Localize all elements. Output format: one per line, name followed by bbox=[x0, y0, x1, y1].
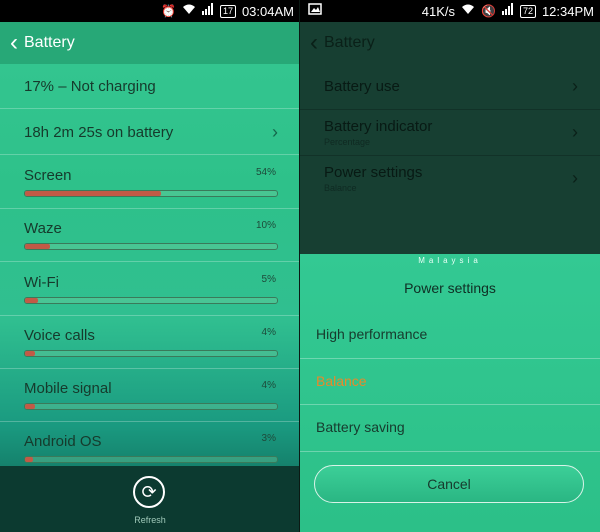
option-label: High performance bbox=[316, 326, 428, 342]
usage-bar-fill bbox=[25, 404, 36, 409]
cancel-button[interactable]: Cancel bbox=[314, 465, 584, 503]
battery-uptime-text: 18h 2m 25s on battery bbox=[24, 124, 174, 141]
power-settings-screen: 41K/s 🔇 72 12:34PM ‹ Battery Battery use… bbox=[300, 0, 600, 532]
usage-label: Android OS bbox=[24, 433, 102, 450]
watermark-text: Malaysia bbox=[418, 256, 482, 265]
usage-label: Waze bbox=[24, 220, 62, 237]
usage-bar bbox=[24, 297, 278, 304]
usage-bar-fill bbox=[25, 298, 38, 303]
status-time: 03:04AM bbox=[241, 3, 294, 19]
usage-row[interactable]: Mobile signal 4% bbox=[0, 368, 300, 422]
page-title: Battery bbox=[24, 34, 75, 51]
usage-percent: 5% bbox=[261, 274, 276, 285]
usage-label: Screen bbox=[24, 167, 72, 184]
battery-icon: 72 bbox=[519, 4, 536, 18]
status-time: 12:34PM bbox=[541, 3, 594, 19]
refresh-label: Refresh bbox=[134, 515, 166, 525]
status-bar: ⏰ 17 03:04AM bbox=[0, 0, 300, 22]
wifi-icon bbox=[182, 3, 196, 19]
chevron-right-icon: › bbox=[572, 168, 578, 188]
usage-bar-fill bbox=[25, 351, 36, 356]
app-bar-dimmed: ‹ Battery bbox=[300, 22, 600, 64]
usage-label: Mobile signal bbox=[24, 380, 112, 397]
usage-label: Wi-Fi bbox=[24, 274, 59, 291]
option-battery-saving[interactable]: Battery saving bbox=[300, 404, 600, 452]
signal-icon bbox=[501, 3, 514, 19]
wifi-icon bbox=[461, 3, 475, 19]
refresh-icon: ⟳ bbox=[141, 482, 157, 502]
usage-bar bbox=[24, 190, 278, 197]
usage-percent: 4% bbox=[261, 380, 276, 391]
usage-percent: 4% bbox=[261, 327, 276, 338]
network-speed: 41K/s bbox=[421, 3, 455, 19]
battery-icon: 17 bbox=[219, 4, 236, 18]
usage-label: Voice calls bbox=[24, 327, 95, 344]
battery-history-row[interactable]: 18h 2m 25s on battery › bbox=[0, 109, 300, 155]
screenshot-notification-icon bbox=[308, 3, 322, 19]
usage-row[interactable]: Android OS 3% bbox=[0, 421, 300, 471]
menu-power-settings[interactable]: Power settings Balance › bbox=[300, 156, 600, 201]
menu-label: Power settings bbox=[324, 164, 423, 181]
usage-bar bbox=[24, 403, 278, 410]
alarm-icon: ⏰ bbox=[160, 4, 176, 18]
chevron-right-icon: › bbox=[272, 122, 278, 142]
power-settings-dialog: Malaysia Power settings High performance… bbox=[300, 254, 600, 532]
usage-row[interactable]: Screen 54% bbox=[0, 155, 300, 209]
usage-row[interactable]: Voice calls 4% bbox=[0, 315, 300, 369]
back-arrow-icon[interactable]: ‹ bbox=[10, 31, 18, 55]
battery-screen: ⏰ 17 03:04AM ‹ Battery 17% – Not chargin… bbox=[0, 0, 300, 532]
usage-bar bbox=[24, 350, 278, 357]
back-arrow-icon[interactable]: ‹ bbox=[310, 31, 318, 55]
dimmed-background: ‹ Battery Battery use › Battery indicato… bbox=[300, 22, 600, 254]
usage-row[interactable]: Wi-Fi 5% bbox=[0, 262, 300, 316]
option-label-selected: Balance bbox=[316, 373, 367, 389]
usage-bar bbox=[24, 456, 278, 463]
menu-label: Battery indicator bbox=[324, 118, 433, 135]
dialog-title: Power settings bbox=[404, 280, 496, 296]
menu-sublabel: Balance bbox=[324, 183, 357, 193]
option-label: Battery saving bbox=[316, 419, 405, 435]
usage-percent: 54% bbox=[255, 167, 276, 178]
mute-icon: 🔇 bbox=[480, 4, 496, 18]
menu-battery-indicator[interactable]: Battery indicator Percentage › bbox=[300, 110, 600, 156]
app-bar: ‹ Battery bbox=[0, 22, 300, 64]
menu-sublabel: Percentage bbox=[324, 137, 371, 147]
usage-row[interactable]: Waze 10% bbox=[0, 208, 300, 262]
battery-level-row: 17% – Not charging bbox=[0, 64, 300, 109]
usage-bar-fill bbox=[25, 457, 33, 462]
usage-bar-fill bbox=[25, 244, 51, 249]
menu-label: Battery use bbox=[324, 78, 400, 95]
refresh-button[interactable]: ⟳ bbox=[133, 476, 165, 508]
usage-bar-fill bbox=[25, 191, 162, 196]
chevron-right-icon: › bbox=[572, 76, 578, 96]
page-title: Battery bbox=[324, 34, 375, 51]
option-high-performance[interactable]: High performance bbox=[300, 312, 600, 358]
usage-bar bbox=[24, 243, 278, 250]
usage-percent: 10% bbox=[255, 220, 276, 231]
signal-icon bbox=[201, 3, 214, 19]
option-balance[interactable]: Balance bbox=[300, 358, 600, 405]
battery-level-text: 17% – Not charging bbox=[24, 78, 156, 95]
status-bar-right: 41K/s 🔇 72 12:34PM bbox=[300, 0, 600, 22]
menu-battery-use[interactable]: Battery use › bbox=[300, 64, 600, 110]
chevron-right-icon: › bbox=[572, 122, 578, 142]
usage-percent: 3% bbox=[261, 433, 276, 444]
